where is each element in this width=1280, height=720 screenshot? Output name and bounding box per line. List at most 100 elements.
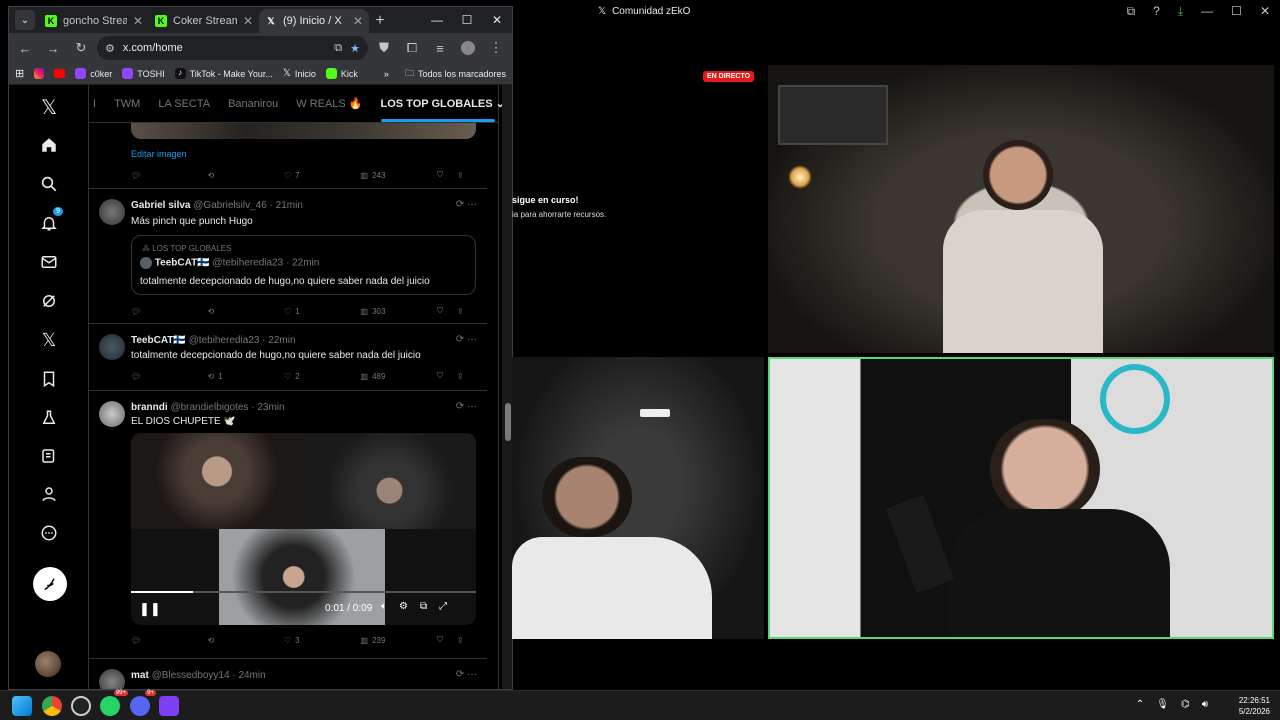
bookmark-kick[interactable]: Kick (325, 68, 358, 79)
install-app-icon[interactable]: ⧉ (334, 42, 342, 55)
clock[interactable]: 22:26:51 5/2/2026 (1239, 695, 1270, 717)
reload-icon[interactable]: ↻ (69, 36, 93, 60)
mic-icon[interactable]: 🎙︎ (1156, 699, 1169, 710)
extension-shield-icon[interactable]: ⛊ (372, 36, 396, 60)
jobs-icon[interactable] (37, 406, 61, 430)
bookmark-icon[interactable]: ⛉ (437, 168, 457, 182)
all-bookmarks[interactable]: 🗀 Todos los marcadores (405, 66, 506, 82)
post-more-icon[interactable]: ⟳ ··· (456, 401, 477, 412)
camera-top-right[interactable] (768, 65, 1274, 353)
repost-icon[interactable]: ⟲ 1 (208, 369, 285, 383)
bookmark-icon[interactable]: ⛉ (437, 369, 457, 383)
feed-tab[interactable]: I (93, 98, 96, 110)
post-mat[interactable]: mat @Blessedboyy14 · 24min ⟳ ··· (89, 659, 487, 689)
start-icon[interactable] (12, 696, 32, 716)
home-icon[interactable] (37, 133, 61, 157)
author-name[interactable]: TeebCAT🇫🇮 (131, 335, 186, 346)
grok-icon[interactable] (37, 289, 61, 313)
feed-tab-w-reals[interactable]: W REALS 🔥 (296, 97, 362, 110)
premium-x-icon[interactable]: 𝕏 (37, 328, 61, 352)
address-bar[interactable]: ⚙ x.com/home ⧉ ★ (97, 36, 368, 60)
like-icon[interactable]: ♡ 3 (284, 633, 361, 647)
whatsapp-icon[interactable]: 99+ (100, 690, 128, 716)
account-avatar[interactable] (35, 651, 61, 677)
like-icon[interactable]: ♡ 2 (284, 369, 361, 383)
quoted-post[interactable]: ⁂ LOS TOP GLOBALES TeebCAT🇫🇮 @tebiheredi… (131, 235, 476, 295)
tray-chevron-icon[interactable]: ⌃ (1136, 699, 1144, 710)
volume-icon[interactable]: 🔊︎ (1202, 699, 1208, 710)
site-info-icon[interactable]: ⚙ (105, 42, 115, 55)
notifications-icon[interactable]: 9 (37, 207, 63, 235)
more-options-icon[interactable] (37, 521, 61, 545)
camera-bottom-left[interactable] (512, 357, 764, 639)
video-progress[interactable] (131, 591, 476, 593)
minimize-icon[interactable]: — (1201, 4, 1213, 19)
fullscreen-icon[interactable]: ⤢ (439, 601, 447, 612)
post-video[interactable]: ❚❚ 0:01 / 0:09 🔈︎ ⚙ ⧉ ⤢ (131, 433, 476, 625)
author-name[interactable]: branndi (131, 402, 168, 413)
media-icon[interactable]: ≡ (428, 36, 452, 60)
feed-tab-bananirou[interactable]: Bananirou (228, 98, 278, 110)
post-gabriel-silva[interactable]: Gabriel silva @Gabrielsilv_46 · 21min ⟳ … (89, 189, 487, 324)
new-tab-button[interactable]: + (369, 9, 391, 33)
tab-x-home[interactable]: 𝕏 (9) Inicio / X ✕ (259, 9, 369, 33)
explore-icon[interactable] (37, 172, 61, 196)
post-branndi[interactable]: branndi @brandielbigotes · 23min ⟳ ··· E… (89, 391, 487, 659)
bookmark-inicio[interactable]: 𝕏 Inicio (283, 68, 316, 79)
more-bookmarks-button[interactable]: » (384, 69, 389, 79)
pip-icon[interactable]: ⧉ (420, 601, 427, 612)
network-icon[interactable]: ⌬ (1181, 699, 1190, 710)
profile-icon[interactable] (37, 482, 61, 506)
avatar[interactable] (99, 199, 125, 225)
back-icon[interactable]: ← (13, 36, 37, 60)
views-icon[interactable]: ▥ 489 (361, 369, 438, 383)
bookmark-tiktok[interactable]: ♪ TikTok - Make Your... (174, 68, 273, 79)
share-icon[interactable]: ⇪ (457, 304, 477, 318)
picture-in-picture-icon[interactable]: ⧉ (1127, 4, 1136, 19)
post-teebcat[interactable]: TeebCAT🇫🇮 @tebiheredia23 · 22min ⟳ ··· t… (89, 324, 487, 391)
x-logo-icon[interactable]: 𝕏 (37, 95, 61, 119)
avatar[interactable] (99, 334, 125, 360)
author-handle[interactable]: @Gabrielsilv_46 · 21min (193, 200, 303, 211)
close-tab-icon[interactable]: ✕ (243, 14, 253, 28)
maximize-icon[interactable]: ☐ (1231, 4, 1242, 19)
compose-post-button[interactable] (33, 567, 67, 601)
post-more-icon[interactable]: ⟳ ··· (456, 199, 477, 210)
repost-icon[interactable]: ⟲ (208, 168, 285, 182)
avatar[interactable] (99, 401, 125, 427)
obs-icon[interactable] (71, 696, 91, 716)
chrome-icon[interactable] (42, 696, 62, 716)
author-handle[interactable]: @tebiheredia23 · 22min (189, 335, 296, 346)
close-window-icon[interactable]: ✕ (482, 7, 512, 33)
post-more-icon[interactable]: ⟳ ··· (456, 334, 477, 345)
youtube-icon[interactable] (54, 69, 66, 78)
post-more-icon[interactable]: ⟳ ··· (456, 669, 477, 680)
like-icon[interactable]: ♡ 7 (284, 168, 361, 182)
reply-icon[interactable]: 💬︎ (131, 304, 208, 318)
bookmark-icon[interactable]: ⛉ (437, 633, 457, 647)
author-name[interactable]: Gabriel silva (131, 200, 190, 211)
share-icon[interactable]: ⇪ (457, 168, 477, 182)
views-icon[interactable]: ▥ 303 (361, 304, 438, 318)
bookmark-star-icon[interactable]: ★ (350, 42, 360, 55)
menu-icon[interactable]: ⋮ (484, 36, 508, 60)
edit-image-link[interactable]: Editar imagen (131, 149, 187, 159)
discord-icon[interactable]: 9+ (130, 690, 156, 716)
author-handle[interactable]: @Blessedboyy14 · 24min (152, 670, 266, 681)
app-grid-icon[interactable] (159, 696, 179, 716)
camera-bottom-right[interactable] (768, 357, 1274, 639)
settings-icon[interactable]: ⚙ (399, 601, 408, 612)
extensions-icon[interactable]: ⧠ (400, 36, 424, 60)
post-previous[interactable]: Editar imagen 💬︎ ⟲ ♡ 7 ▥ 243 ⛉ ⇪ (89, 123, 487, 189)
messages-icon[interactable] (37, 250, 61, 274)
tab-search-button[interactable]: ⌄ (15, 10, 35, 30)
forward-icon[interactable]: → (41, 36, 65, 60)
feed-tab-twm[interactable]: TWM (114, 98, 140, 110)
maximize-icon[interactable]: ☐ (452, 7, 482, 33)
bookmark-c0ker[interactable]: c0ker (75, 68, 112, 79)
help-icon[interactable]: ? (1153, 4, 1160, 19)
pause-icon[interactable]: ❚❚ (139, 601, 161, 617)
post-media-image[interactable] (131, 123, 476, 139)
apps-grid-icon[interactable]: ⊞ (15, 67, 24, 80)
views-icon[interactable]: ▥ 239 (361, 633, 438, 647)
